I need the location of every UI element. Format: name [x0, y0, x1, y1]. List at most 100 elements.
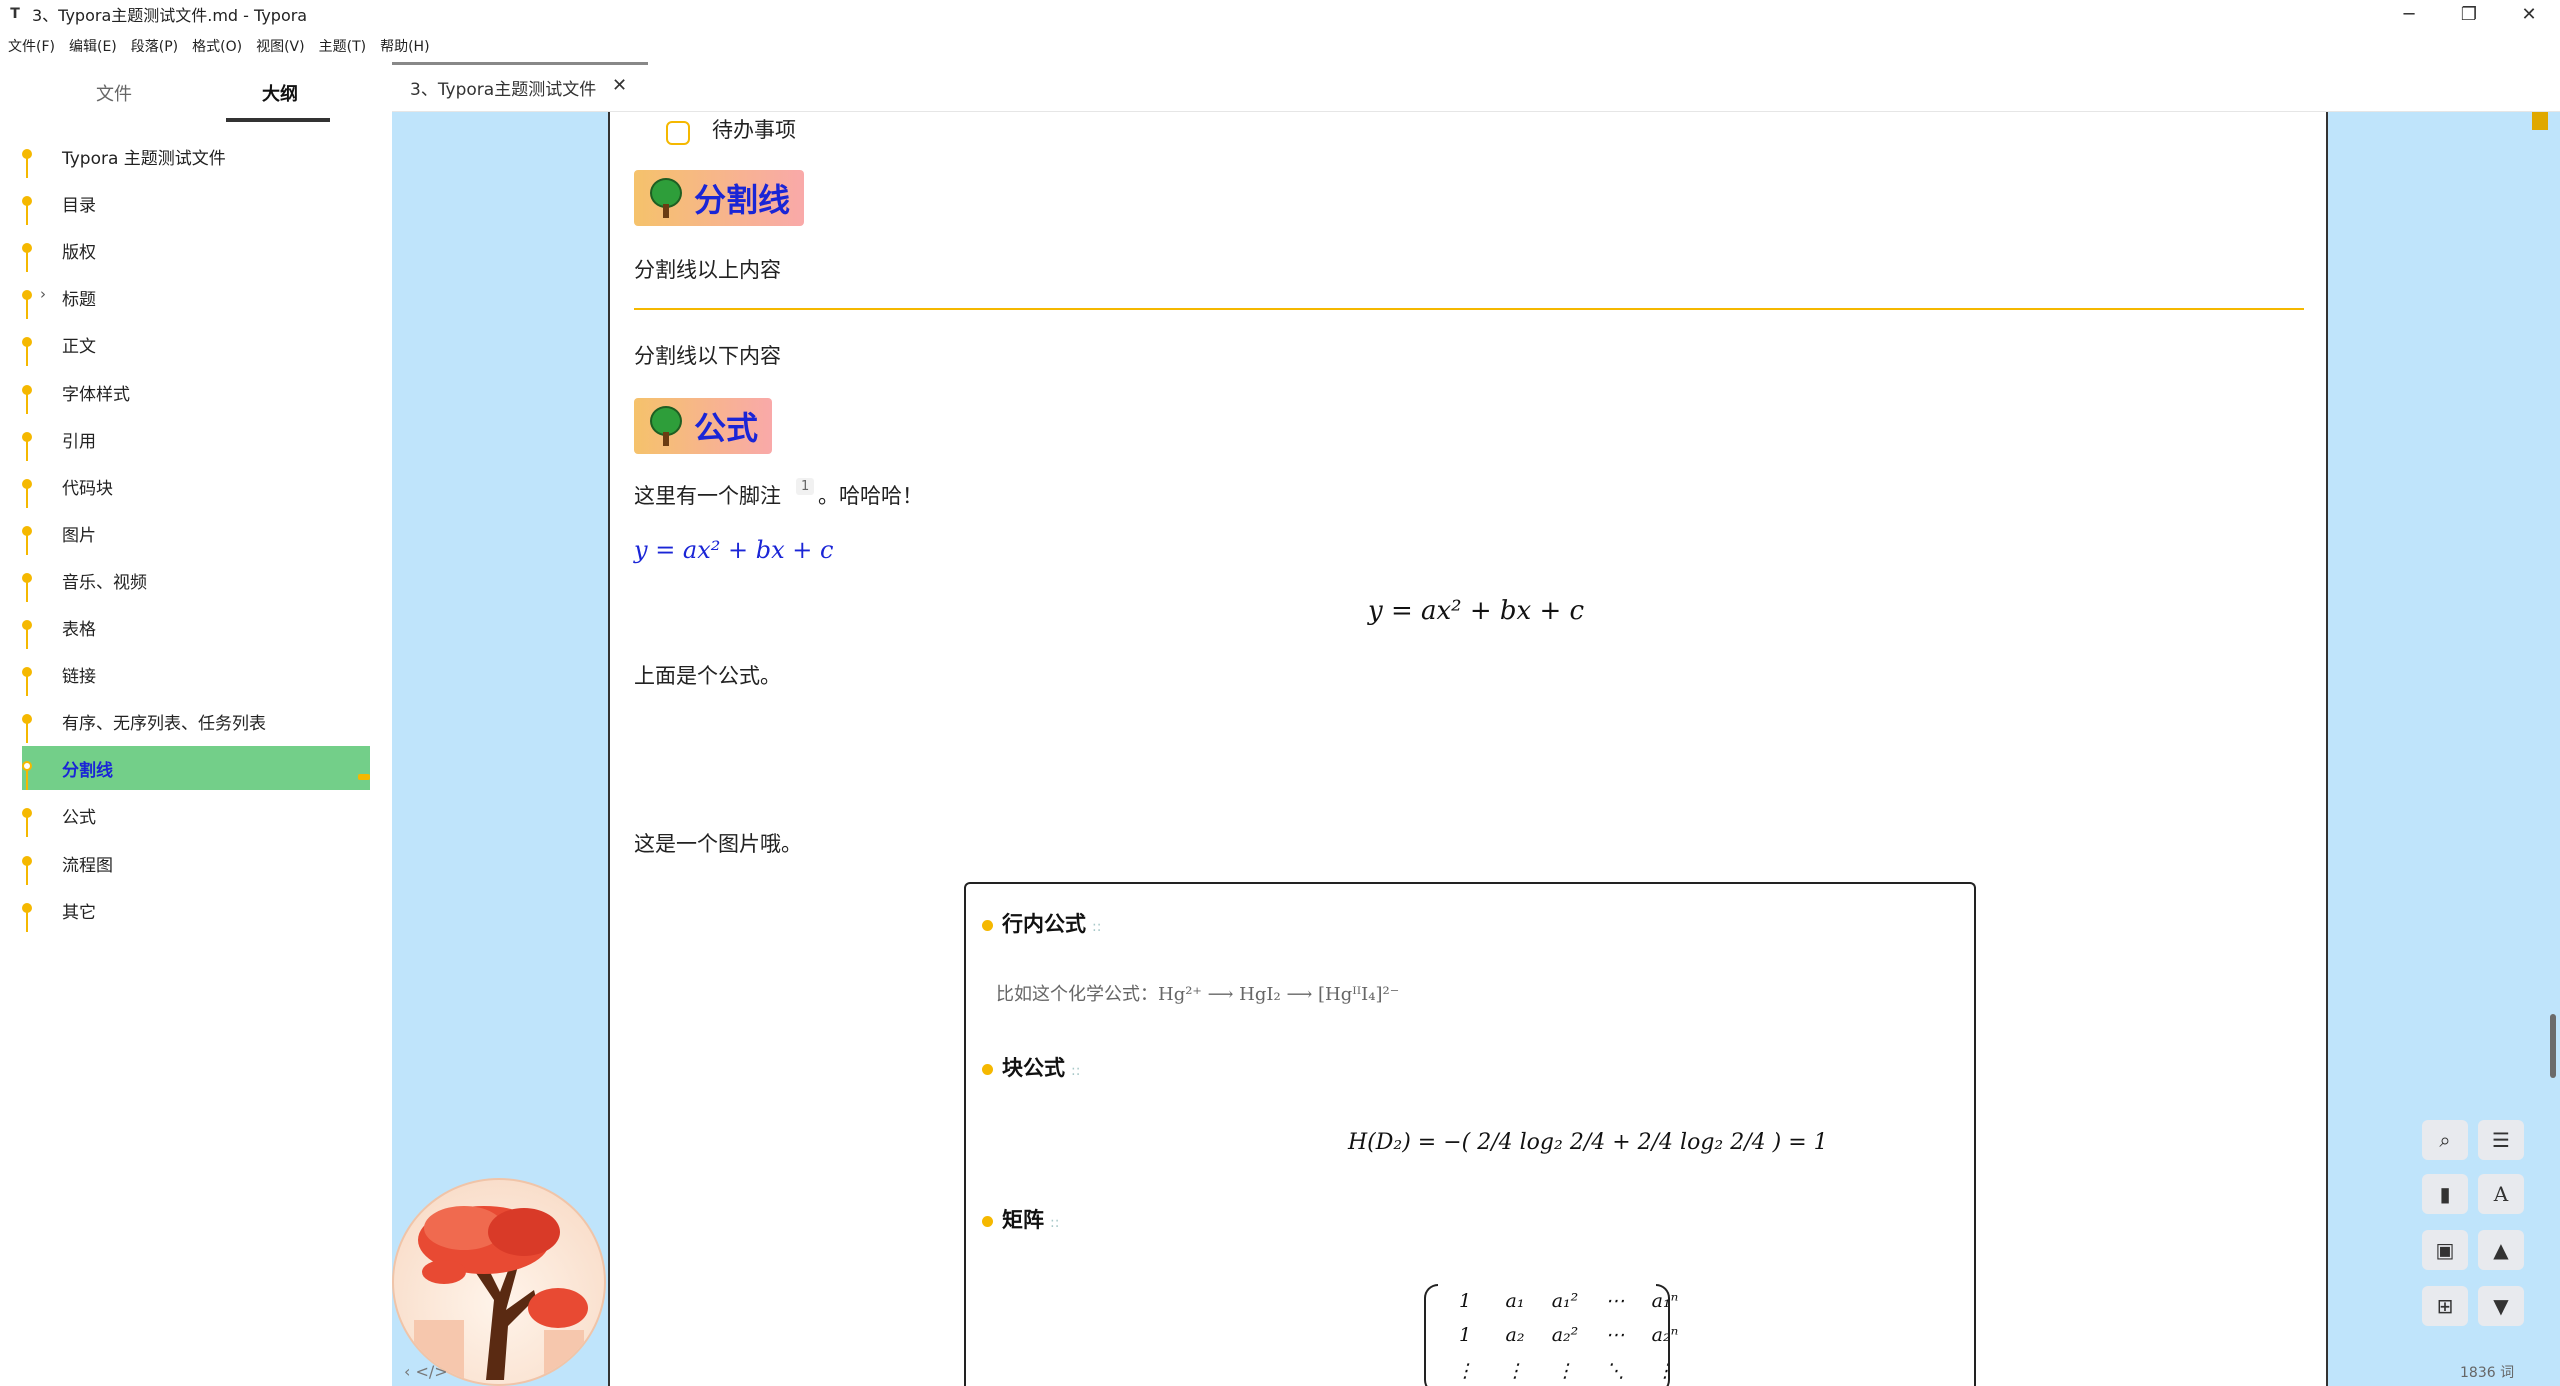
outline-dot-icon	[22, 620, 32, 630]
bullet-dot	[982, 920, 993, 931]
image-chem-formula: 比如这个化学公式：Hg²⁺ ⟶ HgI₂ ⟶ [HgᴵᴵI₄]²⁻	[996, 984, 1400, 1005]
horizontal-rule	[634, 308, 2304, 310]
menu-format[interactable]: 格式(O)	[192, 36, 242, 56]
image-heading-matrix-text: 矩阵	[1002, 1208, 1044, 1232]
menu-paragraph[interactable]: 段落(P)	[131, 36, 178, 56]
outline-item[interactable]: 流程图	[22, 841, 370, 885]
image-heading-block: 块公式::	[1002, 1052, 1080, 1082]
document-tab-label: 3、Typora主题测试文件	[410, 80, 597, 100]
paragraph-after-formula: 上面是个公式。	[634, 664, 781, 688]
outline-item-label: 正文	[62, 337, 96, 358]
outline-item[interactable]: 字体样式	[22, 370, 370, 414]
outline-item-label: 字体样式	[62, 384, 130, 405]
outline-item[interactable]: 目录	[22, 181, 370, 226]
outline-stem	[26, 393, 28, 414]
outline-dot-icon	[22, 808, 32, 819]
outline-dot-icon	[22, 714, 32, 725]
menu-theme[interactable]: 主题(T)	[319, 36, 366, 56]
outline-dot-icon	[22, 667, 32, 678]
sitemap-icon[interactable]: ⊞	[2422, 1286, 2468, 1326]
outline-item-label: 链接	[62, 667, 96, 688]
outline-item[interactable]: 链接	[22, 652, 370, 697]
image-icon[interactable]: ▣	[2422, 1230, 2468, 1270]
outline-item[interactable]: 表格	[22, 605, 370, 649]
scrollbar-thumb[interactable]	[2550, 1014, 2556, 1078]
heading-formula-text: 公式	[694, 409, 759, 447]
outline-item-label: 版权	[62, 243, 96, 264]
bookmark-marker[interactable]	[2532, 112, 2548, 130]
outline-stem	[26, 205, 28, 226]
active-tab-indicator	[226, 118, 330, 122]
font-icon[interactable]: A	[2478, 1174, 2524, 1214]
menu-edit[interactable]: 编辑(E)	[69, 36, 117, 56]
window-title: 3、Typora主题测试文件.md - Typora	[32, 6, 308, 25]
title-bar: T 3、Typora主题测试文件.md - Typora ─ ❐ ✕	[0, 0, 2560, 28]
paragraph-above-hr: 分割线以上内容	[634, 258, 781, 282]
outline-item[interactable]: 引用	[22, 417, 370, 461]
outline-item[interactable]: Typora 主题测试文件	[22, 134, 370, 178]
bullet-dot	[982, 1064, 993, 1075]
outline-item[interactable]: 音乐、视频	[22, 558, 370, 602]
outline-stem	[26, 723, 28, 744]
outline-item-label: 引用	[62, 431, 96, 452]
outline-item[interactable]: 分割线	[22, 746, 370, 791]
tab-outline[interactable]: 大纲	[262, 80, 298, 106]
menu-help[interactable]: 帮助(H)	[380, 36, 429, 56]
scrollbar[interactable]	[2548, 112, 2560, 1386]
outline-item[interactable]: 代码块	[22, 464, 370, 508]
outline-dot-icon	[22, 902, 32, 913]
outline-item[interactable]: 其它	[22, 888, 370, 932]
outline-dot-icon	[22, 243, 32, 254]
menu-file[interactable]: 文件(F)	[8, 36, 55, 56]
drag-hint-icon: ::	[1050, 1215, 1060, 1231]
scroll-up-icon[interactable]: ▲	[2478, 1230, 2524, 1270]
menu-view[interactable]: 视图(V)	[256, 36, 305, 56]
outline-item[interactable]: 公式	[22, 793, 370, 838]
outline-stem	[26, 534, 28, 555]
outline-stem	[26, 864, 28, 885]
image-entropy-formula: H(D₂) = −( 2/4 log₂ 2/4 + 2/4 log₂ 2/4 )…	[1348, 1130, 1828, 1155]
chevron-right-icon[interactable]: ›	[40, 285, 46, 303]
image-heading-block-text: 块公式	[1002, 1056, 1065, 1080]
sidebar-tabs: 文件 大纲	[0, 62, 392, 126]
footnote-ref[interactable]: 1	[796, 478, 815, 495]
close-tab-icon[interactable]: ✕	[612, 75, 627, 96]
outline-dot-icon	[22, 431, 32, 442]
toc-icon[interactable]: ☰	[2478, 1120, 2524, 1160]
block-formula[interactable]: y = ax² + bx + c	[1368, 596, 1584, 626]
minimize-button[interactable]: ─	[2380, 0, 2438, 28]
search-icon[interactable]: ⌕	[2422, 1120, 2468, 1160]
outline-dot-icon	[22, 384, 32, 395]
outline-item-label: 有序、无序列表、任务列表	[62, 714, 266, 735]
embedded-image[interactable]: 行内公式:: 比如这个化学公式：Hg²⁺ ⟶ HgI₂ ⟶ [HgᴵᴵI₄]²⁻…	[964, 882, 1976, 1386]
outline-item[interactable]: 有序、无序列表、任务列表	[22, 699, 370, 744]
bookmark-icon[interactable]: ▮	[2422, 1174, 2468, 1214]
sidebar: 文件 大纲 Typora 主题测试文件 目录版权 › 标题正文字体样式引用代码块 图片音…	[0, 62, 392, 1386]
outline-stem	[26, 629, 28, 649]
maximize-button[interactable]: ❐	[2440, 0, 2498, 28]
tree-icon	[648, 406, 684, 446]
scroll-down-icon[interactable]: ▼	[2478, 1286, 2524, 1326]
close-window-button[interactable]: ✕	[2500, 0, 2558, 28]
outline-dot-icon	[22, 196, 32, 207]
sidebar-toggle-controls[interactable]: ‹ </>	[404, 1362, 448, 1381]
outline-item[interactable]: › 标题	[22, 275, 370, 320]
outline-dot-icon	[22, 149, 32, 159]
outline-item[interactable]: 图片	[22, 511, 370, 555]
footnote-sentence-after: 。哈哈哈！	[818, 484, 923, 508]
tree-illustration	[414, 1206, 588, 1380]
bullet-dot	[982, 1216, 993, 1227]
inline-formula[interactable]: y = ax² + bx + c	[634, 536, 833, 564]
outline-item[interactable]: 正文	[22, 322, 370, 367]
word-count[interactable]: 1836 词	[2460, 1362, 2514, 1382]
tree-icon	[648, 178, 684, 218]
tab-files[interactable]: 文件	[96, 80, 132, 106]
todo-checkbox[interactable]	[666, 121, 690, 145]
matrix-row: ⋮ ⋮ ⋮ ⋱ ⋮	[1455, 1360, 1675, 1382]
document-tab[interactable]: 3、Typora主题测试文件 ✕	[392, 62, 648, 110]
outline-item[interactable]: 版权	[22, 228, 370, 273]
outline-item-label: 标题	[62, 290, 96, 311]
active-outline-handle	[358, 774, 370, 781]
matrix-left-paren	[1424, 1284, 1438, 1386]
outline-item-label: 表格	[62, 620, 96, 640]
